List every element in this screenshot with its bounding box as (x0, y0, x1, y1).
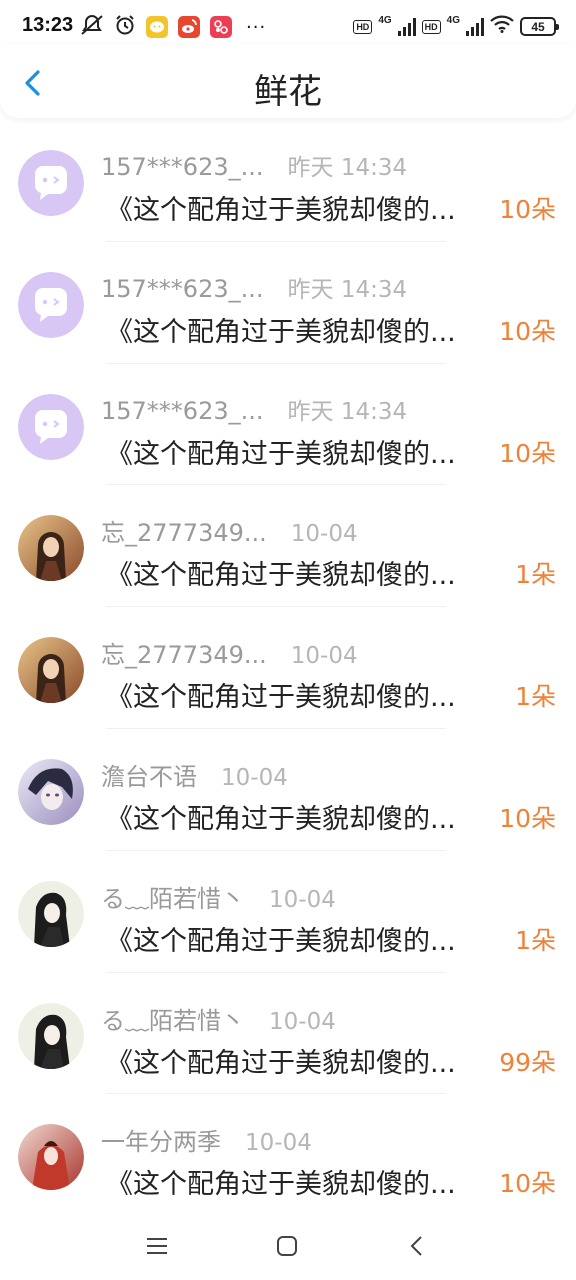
sender-name-text: 忘_2777349... (101, 641, 267, 670)
home-icon[interactable] (274, 1234, 300, 1258)
sender-name: 157***623_... 昨天 14:34 (101, 392, 407, 426)
avatar[interactable] (18, 1002, 84, 1069)
avatar[interactable] (18, 271, 84, 338)
status-right-icons: HD 4G HD 4G 45 (353, 15, 559, 38)
flower-count: 99朵 (499, 1047, 556, 1077)
message-preview: 《这个配角过于美貌却傻的... (106, 1047, 456, 1079)
message-preview: 《这个配角过于美貌却傻的... (106, 682, 456, 714)
avatar[interactable] (18, 1124, 84, 1191)
avatar[interactable] (18, 758, 84, 825)
sender-name: る﹏陌若惜丶 10-04 (101, 879, 336, 914)
alarm-icon (114, 14, 136, 40)
sender-name-text: 澹台不语 (101, 762, 197, 791)
network-type: 4G (378, 15, 392, 26)
flower-count: 10朵 (499, 316, 556, 346)
list-item[interactable]: 157***623_... 昨天 14:34 《这个配角过于美貌却傻的... 10朵 (0, 242, 576, 364)
timestamp: 10-04 (290, 643, 358, 670)
flower-count: 10朵 (499, 1169, 556, 1199)
list-item[interactable]: 157***623_... 昨天 14:34 《这个配角过于美貌却傻的... 10朵 (0, 120, 576, 242)
signal-icon-2 (466, 17, 484, 36)
timestamp: 10-04 (290, 521, 358, 548)
app-header: 鲜花 (0, 44, 576, 118)
message-preview: 《这个配角过于美貌却傻的... (106, 803, 456, 835)
timestamp: 10-04 (221, 764, 288, 791)
sender-name: 一年分两季 10-04 (101, 1122, 312, 1157)
timestamp: 10-04 (245, 1130, 312, 1157)
red-app-icon (210, 16, 232, 38)
status-overflow: ··· (246, 16, 267, 38)
flower-count: 1朵 (515, 560, 556, 590)
timestamp: 昨天 14:34 (287, 398, 408, 425)
avatar[interactable] (18, 393, 84, 460)
list-item[interactable]: 忘_2777349... 10-04 《这个配角过于美貌却傻的... 1朵 (0, 607, 576, 729)
sender-name-text: る﹏陌若惜丶 (101, 1006, 245, 1035)
message-preview: 《这个配角过于美貌却傻的... (106, 195, 456, 226)
list-item[interactable]: 忘_2777349... 10-04 《这个配角过于美貌却傻的... 1朵 (0, 485, 576, 608)
list-item[interactable]: 157***623_... 昨天 14:34 《这个配角过于美貌却傻的... 10朵 (0, 364, 576, 486)
list-item[interactable]: る﹏陌若惜丶 10-04 《这个配角过于美貌却傻的... 99朵 (0, 973, 576, 1095)
list-item[interactable]: 澹台不语 10-04 《这个配角过于美貌却傻的... 10朵 (0, 729, 576, 851)
message-preview: 《这个配角过于美貌却傻的... (106, 560, 456, 592)
sender-name-text: る﹏陌若惜丶 (101, 884, 245, 913)
avatar[interactable] (18, 515, 84, 582)
message-preview: 《这个配角过于美貌却傻的... (106, 1169, 456, 1201)
sender-name-text: 157***623_... (101, 274, 264, 303)
hd-badge-2: HD (421, 19, 441, 34)
timestamp: 10-04 (269, 1008, 336, 1035)
signal-icon (397, 17, 416, 36)
battery-indicator: 45 (520, 17, 559, 36)
page-title: 鲜花 (254, 72, 322, 112)
list-item[interactable]: る﹏陌若惜丶 10-04 《这个配角过于美貌却傻的... 1朵 (0, 851, 576, 973)
sender-name-text: 一年分两季 (101, 1128, 221, 1157)
sender-name: 澹台不语 10-04 (101, 757, 288, 792)
system-nav-bar (0, 1210, 576, 1280)
sender-name-text: 157***623_... (101, 396, 264, 425)
network-type-2: 4G (446, 15, 460, 26)
status-left-icons: ··· (80, 14, 266, 40)
sender-name: る﹏陌若惜丶 10-04 (101, 1001, 336, 1036)
mute-icon (80, 14, 104, 40)
wifi-icon (490, 15, 514, 38)
wechat-icon (146, 16, 168, 38)
sender-name-text: 忘_2777349... (101, 519, 267, 548)
list-item[interactable]: 一年分两季 10-04 《这个配角过于美貌却傻的... 10朵 (0, 1094, 576, 1217)
sender-name: 忘_2777349... 10-04 (101, 635, 358, 670)
avatar[interactable] (18, 150, 84, 216)
sender-name-text: 157***623_... (101, 153, 264, 181)
flower-count: 10朵 (499, 438, 556, 468)
timestamp: 昨天 14:34 (287, 276, 408, 303)
flower-count: 10朵 (499, 195, 556, 224)
timestamp: 10-04 (269, 886, 336, 913)
flower-count: 1朵 (515, 925, 556, 955)
avatar[interactable] (18, 880, 84, 947)
message-preview: 《这个配角过于美貌却傻的... (106, 438, 456, 470)
back-icon[interactable] (404, 1234, 430, 1258)
avatar[interactable] (18, 637, 84, 704)
menu-icon[interactable] (144, 1234, 170, 1258)
flower-count: 10朵 (499, 803, 556, 833)
flower-count: 1朵 (515, 682, 556, 712)
sender-name: 157***623_... 昨天 14:34 (101, 270, 407, 304)
sender-name: 忘_2777349... 10-04 (101, 513, 358, 548)
message-preview: 《这个配角过于美貌却傻的... (106, 316, 456, 348)
message-preview: 《这个配角过于美貌却傻的... (106, 925, 456, 957)
weibo-icon (178, 16, 200, 38)
sender-name: 157***623_... 昨天 14:34 (101, 148, 407, 182)
timestamp: 昨天 14:34 (287, 155, 408, 181)
status-time: 13:23 (22, 14, 74, 36)
flower-list: 157***623_... 昨天 14:34 《这个配角过于美貌却傻的... 10朵 1… (0, 120, 576, 1217)
hd-badge: HD (353, 19, 373, 34)
